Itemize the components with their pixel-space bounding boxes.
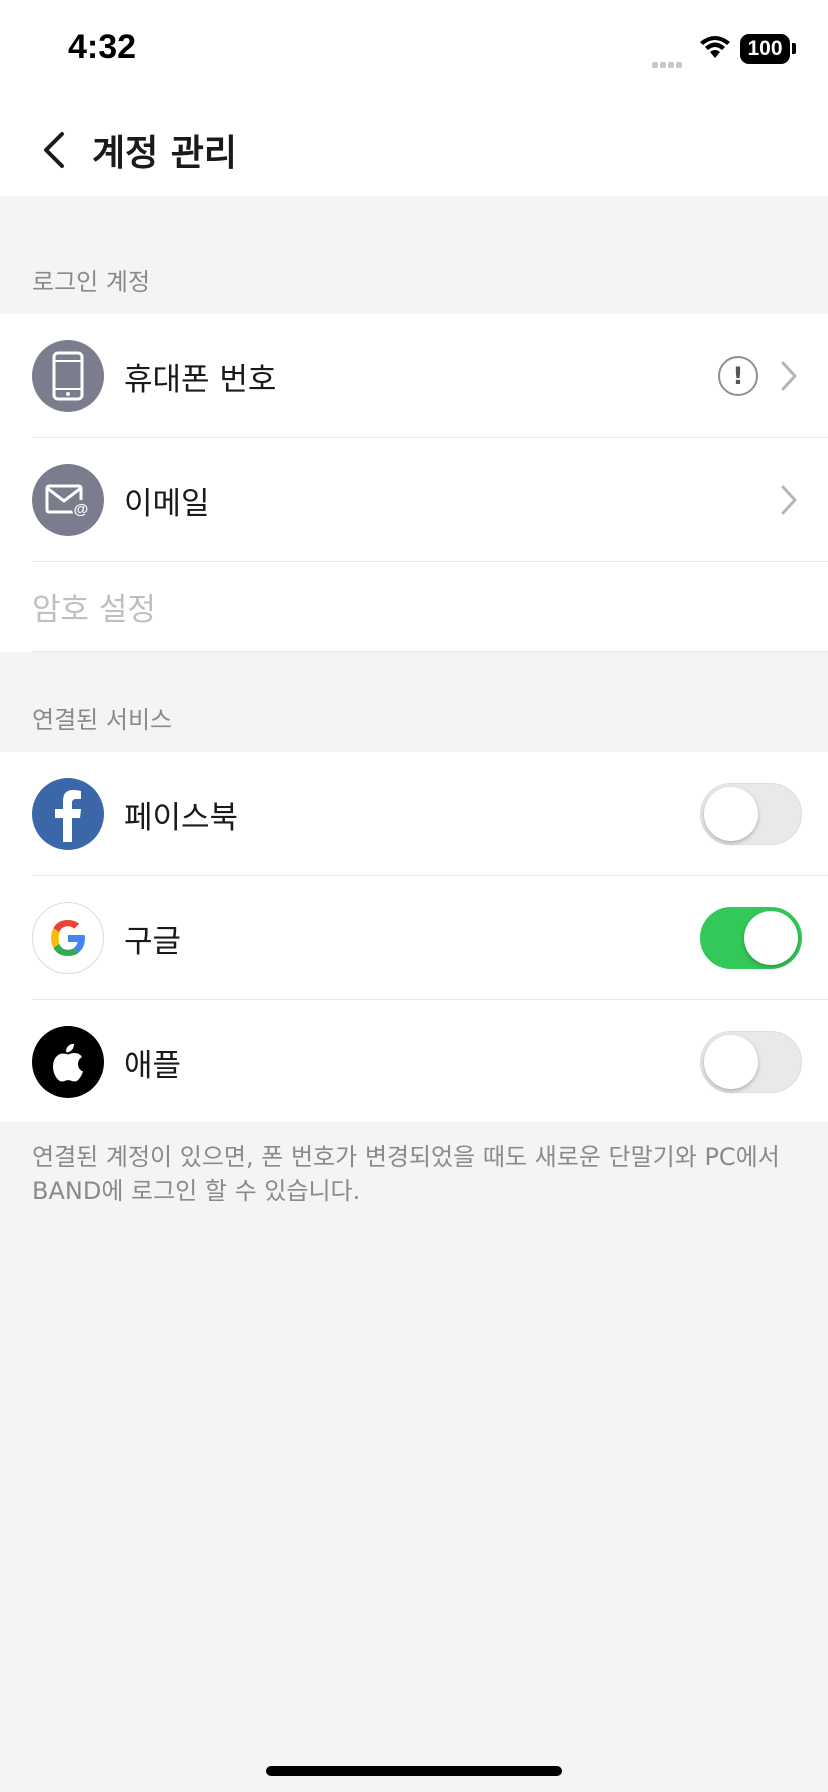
chevron-right-icon — [781, 361, 797, 391]
toggle-knob — [744, 911, 798, 965]
cellular-signal-icon — [652, 53, 684, 72]
google-toggle[interactable] — [700, 907, 802, 969]
page-title: 계정 관리 — [92, 133, 238, 174]
google-row: 구글 — [0, 876, 828, 1000]
linked-services-header: 연결된 서비스 — [32, 706, 173, 734]
phone-icon — [32, 340, 104, 412]
home-indicator[interactable] — [266, 1766, 562, 1776]
status-time: 4:32 — [68, 28, 137, 66]
apple-toggle[interactable] — [700, 1031, 802, 1093]
navigation-bar: 계정 관리 — [0, 100, 828, 196]
facebook-label: 페이스북 — [124, 800, 239, 836]
email-label: 이메일 — [124, 486, 210, 522]
warning-icon[interactable]: ! — [718, 356, 758, 396]
email-row[interactable]: @ 이메일 — [0, 438, 828, 562]
facebook-row: 페이스북 — [0, 752, 828, 876]
login-section-header: 로그인 계정 — [32, 268, 151, 296]
apple-row: 애플 — [0, 1000, 828, 1124]
toggle-knob — [704, 1035, 758, 1089]
toggle-knob — [704, 787, 758, 841]
row-divider — [32, 651, 828, 652]
wifi-icon — [700, 36, 730, 58]
linked-services-group: 페이스북 구글 애플 — [0, 752, 828, 1122]
phone-number-label: 휴대폰 번호 — [124, 362, 277, 398]
apple-icon — [32, 1026, 104, 1098]
svg-text:@: @ — [74, 501, 89, 518]
battery-nub — [792, 43, 796, 54]
facebook-icon — [32, 778, 104, 850]
email-icon: @ — [32, 464, 104, 536]
google-icon — [32, 902, 104, 974]
google-label: 구글 — [124, 924, 182, 960]
apple-label: 애플 — [124, 1048, 182, 1084]
chevron-right-icon — [781, 485, 797, 515]
back-chevron-icon[interactable] — [36, 128, 76, 172]
status-bar: 4:32 100 — [0, 0, 828, 100]
phone-number-row[interactable]: 휴대폰 번호 — [0, 314, 828, 438]
password-setting-row: 암호 설정 — [0, 562, 828, 652]
battery-indicator: 100 — [740, 34, 790, 64]
password-setting-label: 암호 설정 — [32, 592, 156, 628]
facebook-toggle[interactable] — [700, 783, 802, 845]
linked-accounts-note: 연결된 계정이 있으면, 폰 번호가 변경되었을 때도 새로운 단말기와 PC에… — [32, 1143, 780, 1205]
